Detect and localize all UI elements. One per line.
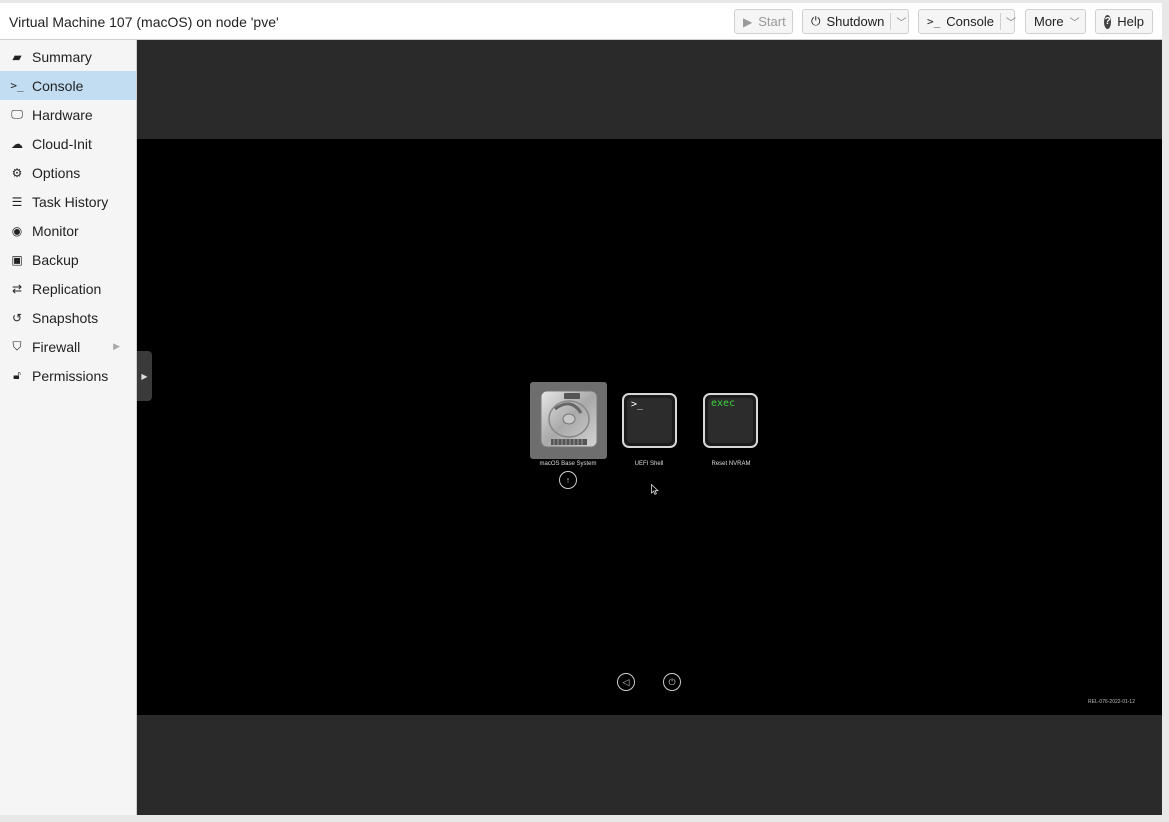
- help-button-label: Help: [1117, 14, 1144, 29]
- console-button[interactable]: >_ Console ﹀: [918, 9, 1016, 34]
- sidebar-item-label: Backup: [32, 251, 79, 268]
- vm-screen[interactable]: macOS Base System ↑ >_ UEFI Shell exec R…: [137, 139, 1162, 715]
- sidebar-item-label: Permissions: [32, 367, 109, 384]
- sidebar-item-options[interactable]: ⚙ Options: [0, 158, 136, 187]
- shield-icon: ⛉: [12, 339, 22, 353]
- sidebar-item-permissions[interactable]: 🔓︎ Permissions: [0, 361, 136, 390]
- sidebar-item-label: Replication: [32, 280, 102, 297]
- sidebar-item-label: Summary: [32, 48, 92, 65]
- more-button-label: More: [1034, 14, 1064, 29]
- sidebar-item-label: Snapshots: [32, 309, 99, 326]
- sidebar-item-label: Monitor: [32, 222, 79, 239]
- arrow-up-icon[interactable]: ↑: [559, 471, 577, 489]
- history-icon: ↺: [11, 310, 23, 325]
- sidebar-item-label: Options: [32, 164, 81, 181]
- terminal-glyph: >_: [631, 399, 644, 410]
- sidebar-item-replication[interactable]: ⇄ Replication: [0, 274, 136, 303]
- console-button-label: Console: [946, 14, 994, 29]
- header-bar: Virtual Machine 107 (macOS) on node 'pve…: [0, 0, 1162, 40]
- start-button[interactable]: ▶ Start: [734, 9, 793, 34]
- sidebar-item-summary[interactable]: ▰ Summary: [0, 42, 136, 71]
- console-panel[interactable]: macOS Base System ↑ >_ UEFI Shell exec R…: [137, 40, 1162, 815]
- chevron-right-icon: ▶: [141, 371, 148, 381]
- back-icon[interactable]: ◁: [617, 673, 635, 691]
- window-edge: [0, 815, 1162, 822]
- monitor-icon: 🖵: [11, 107, 23, 121]
- more-button[interactable]: More ﹀: [1025, 9, 1086, 34]
- unlock-icon: 🔓︎: [13, 368, 21, 382]
- power-icon[interactable]: ⏻: [663, 673, 681, 691]
- mouse-cursor-icon: [651, 484, 659, 495]
- sidebar-item-console[interactable]: >_ Console: [0, 71, 136, 100]
- app-window: Virtual Machine 107 (macOS) on node 'pve…: [0, 0, 1169, 822]
- start-button-label: Start: [758, 14, 786, 29]
- boot-entry-label: macOS Base System: [539, 461, 597, 467]
- boot-entry-label: UEFI Shell: [634, 461, 664, 467]
- power-icon: ⏻: [811, 14, 821, 28]
- sidebar-item-hardware[interactable]: 🖵 Hardware: [0, 100, 136, 129]
- sidebar-item-label: Cloud-Init: [32, 135, 92, 152]
- book-icon: ▰: [12, 49, 22, 64]
- sidebar-item-firewall[interactable]: ⛉ Firewall ▶: [0, 332, 136, 361]
- sidebar-item-label: Console: [32, 77, 84, 94]
- chevron-down-icon[interactable]: ﹀: [890, 13, 906, 30]
- sidebar: ▰ Summary >_ Console 🖵 Hardware ☁ Cloud-…: [0, 40, 137, 815]
- sidebar-item-label: Task History: [32, 193, 109, 210]
- terminal-icon: >_: [927, 15, 941, 28]
- sidebar-item-label: Hardware: [32, 106, 93, 123]
- retweet-icon: ⇄: [11, 281, 23, 296]
- chevron-right-icon[interactable]: ▶: [113, 341, 120, 352]
- sidebar-item-label: Firewall: [32, 338, 81, 355]
- gear-icon: ⚙: [11, 165, 23, 180]
- terminal-glyph: exec: [711, 398, 736, 409]
- sidebar-item-monitor[interactable]: ◉ Monitor: [0, 216, 136, 245]
- chevron-down-icon[interactable]: ﹀: [999, 13, 1016, 30]
- sidebar-item-cloud-init[interactable]: ☁ Cloud-Init: [0, 129, 136, 158]
- terminal-icon: >_: [10, 79, 24, 92]
- shutdown-button[interactable]: ⏻ Shutdown ﹀: [802, 9, 909, 34]
- cloud-icon: ☁: [11, 136, 23, 151]
- floppy-icon: ▣: [11, 252, 23, 267]
- shutdown-button-label: Shutdown: [826, 14, 885, 29]
- list-icon: ☰: [11, 194, 23, 209]
- window-edge: [1162, 0, 1169, 822]
- boot-entry-uefi-shell[interactable]: >_: [622, 393, 677, 448]
- hard-drive-icon: [540, 390, 598, 448]
- help-circle-icon: ?: [1104, 14, 1112, 29]
- collapse-sidebar-handle[interactable]: ▶: [137, 351, 152, 401]
- sidebar-item-backup[interactable]: ▣ Backup: [0, 245, 136, 274]
- sidebar-item-task-history[interactable]: ☰ Task History: [0, 187, 136, 216]
- help-button[interactable]: ? Help: [1095, 9, 1153, 34]
- eye-icon: ◉: [11, 223, 23, 238]
- boot-entry-reset-nvram[interactable]: exec: [703, 393, 758, 448]
- page-title: Virtual Machine 107 (macOS) on node 'pve…: [9, 14, 279, 30]
- sidebar-item-snapshots[interactable]: ↺ Snapshots: [0, 303, 136, 332]
- chevron-down-icon: ﹀: [1069, 18, 1080, 29]
- boot-entry-label: Reset NVRAM: [711, 461, 751, 467]
- play-icon: ▶: [743, 14, 753, 29]
- version-label: REL-076-2022-01-12: [1088, 699, 1135, 705]
